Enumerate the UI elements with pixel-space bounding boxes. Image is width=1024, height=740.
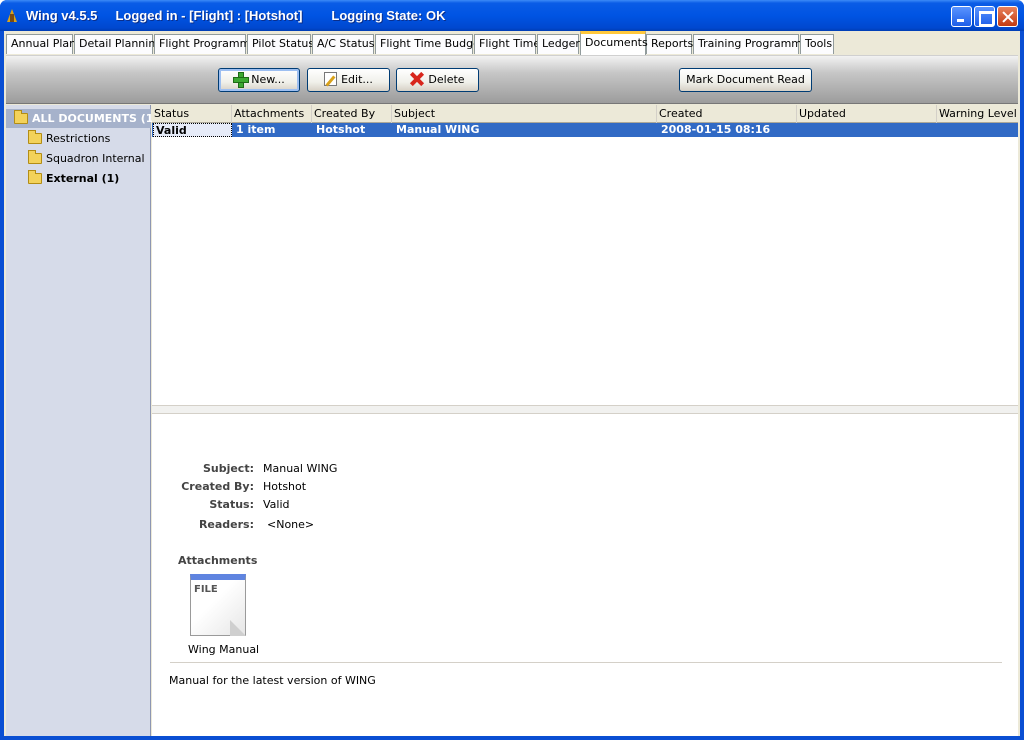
tab-flight-time[interactable]: Flight Time — [474, 34, 540, 54]
app-name: Wing v4.5.5 — [26, 8, 98, 23]
tab-detail-planning[interactable]: Detail Planning — [74, 34, 162, 54]
created-by-label: Created By: — [181, 480, 254, 493]
tab-ac-status[interactable]: A/C Status — [312, 34, 374, 54]
created-by-value: Hotshot — [263, 480, 307, 493]
tab-pilot-status[interactable]: Pilot Status — [247, 34, 314, 54]
maximize-icon[interactable] — [974, 6, 995, 27]
close-icon[interactable] — [997, 6, 1018, 27]
cell-attachments: 1 item — [236, 123, 276, 136]
edit-button-label: Edit... — [341, 73, 373, 86]
readers-label: Readers: — [198, 518, 254, 531]
client-area: Annual Plan Detail Planning Flight Progr… — [4, 31, 1020, 736]
pane-splitter[interactable] — [152, 405, 1018, 414]
cell-warning-level — [937, 123, 941, 137]
tab-documents[interactable]: Documents — [580, 31, 648, 55]
tab-flight-programme[interactable]: Flight Programme — [154, 34, 257, 54]
column-header-warning-level[interactable]: Warning Level — [937, 105, 1018, 123]
column-header-created[interactable]: Created — [657, 105, 797, 123]
subject-value: Manual WING — [263, 462, 338, 475]
column-header-created-by[interactable]: Created By — [312, 105, 392, 123]
tab-flight-time-budget[interactable]: Flight Time Budget — [375, 34, 484, 54]
document-folder-tree: ALL DOCUMENTS (1) Restrictions Squadron … — [6, 105, 158, 736]
folder-icon — [14, 110, 28, 124]
folder-icon — [28, 170, 42, 184]
table-row[interactable]: Valid 1 item Hotshot Manual WING 2008-01… — [152, 123, 1018, 137]
title-bar[interactable]: Wing v4.5.5 Logged in - [Flight] : [Hots… — [0, 0, 1024, 31]
delete-icon — [410, 72, 424, 86]
window-title: Wing v4.5.5 Logged in - [Flight] : [Hots… — [26, 8, 445, 23]
document-description: Manual for the latest version of WING — [169, 674, 376, 687]
attachments-heading: Attachments — [178, 554, 258, 567]
tab-reports[interactable]: Reports — [646, 34, 693, 54]
folder-icon — [28, 150, 42, 164]
add-icon — [233, 72, 250, 88]
tree-item-all-documents[interactable]: ALL DOCUMENTS (1) — [6, 109, 158, 128]
cell-updated — [797, 123, 801, 137]
edit-icon — [324, 72, 338, 86]
tab-bar: Annual Plan Detail Planning Flight Progr… — [4, 31, 1020, 55]
file-icon-text: FILE — [194, 584, 218, 595]
status-value: Valid — [263, 498, 290, 511]
tree-item-label: Squadron Internal — [46, 152, 145, 165]
mark-document-read-button[interactable]: Mark Document Read — [679, 68, 812, 92]
logging-state: Logging State: OK — [331, 8, 446, 23]
cell-created: 2008-01-15 08:16 — [661, 123, 771, 136]
tree-item-label: Restrictions — [46, 132, 111, 145]
delete-button-label: Delete — [428, 73, 465, 86]
column-header-attachments[interactable]: Attachments — [232, 105, 312, 123]
tree-item-label: External (1) — [46, 172, 120, 185]
tree-item-label: ALL DOCUMENTS (1) — [32, 112, 159, 125]
readers-value: <None> — [267, 518, 315, 531]
app-window: Wing v4.5.5 Logged in - [Flight] : [Hots… — [0, 0, 1024, 740]
tab-ledger[interactable]: Ledger — [537, 34, 580, 54]
column-header-subject[interactable]: Subject — [392, 105, 657, 123]
tab-training-programme[interactable]: Training Programme — [693, 34, 809, 54]
tab-annual-plan[interactable]: Annual Plan — [6, 34, 76, 54]
document-toolbar: New... Edit... Delete Mark Document Read — [6, 55, 1018, 104]
status-label: Status: — [209, 498, 254, 511]
subject-label: Subject: — [202, 462, 254, 475]
documents-table: Status Attachments Created By Subject Cr… — [152, 105, 1018, 405]
tab-tools[interactable]: Tools — [800, 34, 834, 54]
delete-button[interactable]: Delete — [396, 68, 479, 92]
app-logo-icon — [7, 9, 17, 22]
cell-subject: Manual WING — [396, 123, 480, 136]
cell-status: Valid — [153, 123, 232, 137]
file-icon[interactable]: FILE — [190, 574, 246, 636]
minimize-icon[interactable] — [951, 6, 972, 27]
divider — [170, 662, 1002, 663]
new-button-label: New... — [251, 73, 285, 86]
table-header: Status Attachments Created By Subject Cr… — [152, 105, 1018, 123]
cell-created-by: Hotshot — [316, 123, 366, 136]
new-button[interactable]: New... — [218, 68, 300, 92]
page-fold — [230, 620, 246, 636]
edit-button[interactable]: Edit... — [307, 68, 390, 92]
column-header-status[interactable]: Status — [152, 105, 232, 123]
folder-icon — [28, 130, 42, 144]
attachment-name[interactable]: Wing Manual — [188, 643, 259, 656]
document-details-pane: Subject: Manual WING Created By: Hotshot… — [152, 414, 1018, 736]
login-info: Logged in - [Flight] : [Hotshot] — [115, 8, 303, 23]
column-header-updated[interactable]: Updated — [797, 105, 937, 123]
